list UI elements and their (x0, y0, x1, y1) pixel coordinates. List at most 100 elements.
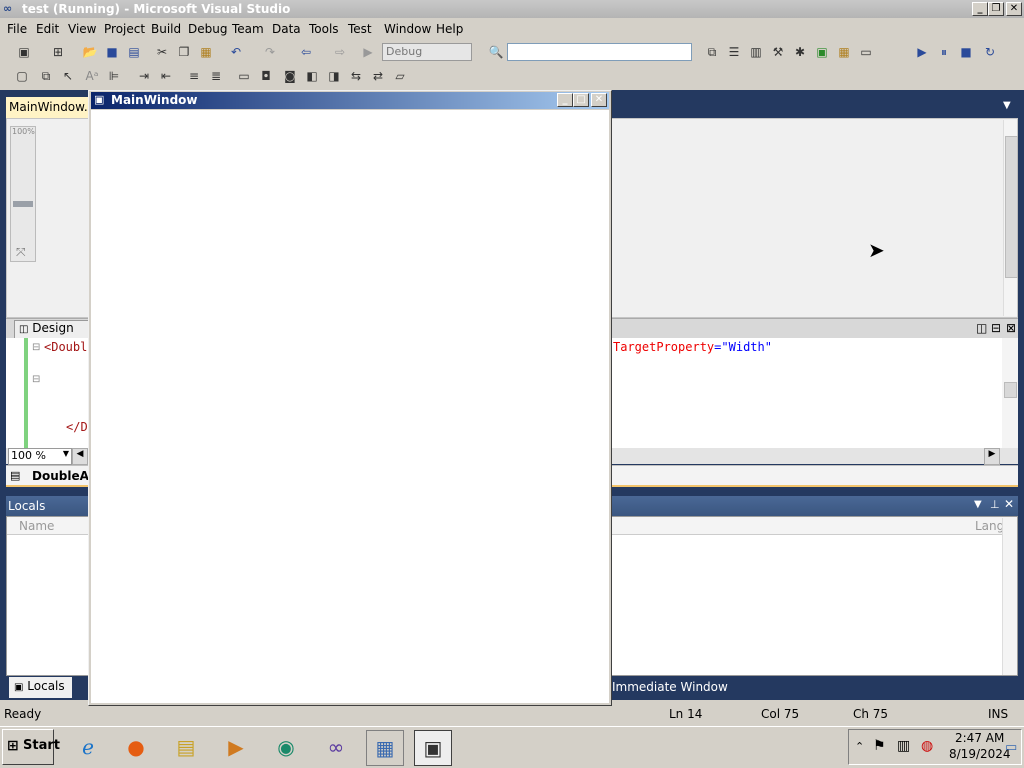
collapse-icon[interactable]: ⊟ (32, 342, 40, 353)
start-debugging-icon[interactable]: ▶ (360, 44, 376, 60)
app-close-button[interactable]: ✕ (591, 93, 607, 107)
tab-design[interactable]: ◫ Design (14, 320, 92, 339)
uncomment-icon[interactable]: ≣ (208, 68, 224, 84)
add-item-icon[interactable]: ⊞ (50, 44, 66, 60)
scroll-right-button[interactable]: ▶ (984, 448, 1000, 465)
vertical-split-icon[interactable]: ◫ (976, 321, 987, 335)
app-minimize-button[interactable]: _ (557, 93, 573, 107)
menu-team[interactable]: Team (232, 22, 264, 36)
start-page-icon[interactable]: ▣ (814, 44, 830, 60)
select-icon[interactable]: ▢ (14, 68, 30, 84)
minimize-button[interactable]: _ (972, 2, 988, 16)
cut-icon[interactable]: ✂ (154, 44, 170, 60)
next-bookmark-folder-icon[interactable]: ◨ (326, 68, 342, 84)
app-maximize-button[interactable]: □ (573, 93, 589, 107)
firefox-icon[interactable]: ● (118, 730, 154, 764)
menu-help[interactable]: Help (436, 22, 463, 36)
running-app-taskbar-icon[interactable]: ▦ (366, 730, 404, 766)
scroll-left-button[interactable]: ◀ (72, 448, 88, 465)
show-desktop-icon[interactable]: ▭ (1005, 740, 1017, 755)
menu-test[interactable]: Test (348, 22, 372, 36)
menu-view[interactable]: View (68, 22, 96, 36)
collapse-pane-icon[interactable]: ⊠ (1006, 321, 1016, 335)
prev-bookmark-doc-icon[interactable]: ⇆ (348, 68, 364, 84)
object-browser-icon[interactable]: ▥ (748, 44, 764, 60)
menu-tools[interactable]: Tools (309, 22, 339, 36)
bookmark-icon[interactable]: ▭ (236, 68, 252, 84)
start-button[interactable]: ⊞ Start (2, 729, 60, 765)
text-icon[interactable]: Aᵃ (84, 68, 100, 84)
close-pane-icon[interactable]: ✕ (1004, 497, 1014, 511)
tab-locals[interactable]: ▣ Locals (9, 677, 72, 698)
action-center-flag-icon[interactable]: ⚑ (873, 738, 886, 754)
visual-studio-icon[interactable]: ∞ (318, 730, 354, 764)
undo-icon[interactable]: ↶ (228, 44, 244, 60)
running-app-client-area[interactable] (91, 110, 609, 703)
volume-muted-icon[interactable]: ◍ (921, 738, 933, 754)
zoom-thumb[interactable] (13, 201, 33, 207)
find-in-files-icon[interactable]: 🔍 (488, 44, 504, 60)
solution-configuration-dropdown[interactable]: Debug (382, 43, 472, 61)
designer-vertical-scrollbar[interactable] (1003, 120, 1018, 316)
outdent-icon[interactable]: ⇤ (158, 68, 174, 84)
paste-icon[interactable]: ▦ (198, 44, 214, 60)
internet-explorer-icon[interactable]: ℯ (70, 730, 106, 764)
find-combobox[interactable] (507, 43, 692, 61)
clock-date[interactable]: 8/19/2024 (949, 747, 1011, 761)
next-bookmark-icon[interactable]: ◙ (282, 68, 298, 84)
file-explorer-icon[interactable]: ▤ (168, 730, 204, 764)
mainwindow-taskbar-icon[interactable]: ▣ (414, 730, 452, 766)
menu-debug[interactable]: Debug (188, 22, 227, 36)
app-green-icon[interactable]: ◉ (268, 730, 304, 764)
indent-icon[interactable]: ⇥ (136, 68, 152, 84)
fit-to-window-icon[interactable]: ⤧ (16, 245, 26, 260)
open-file-icon[interactable]: 📂 (82, 44, 98, 60)
clock-time[interactable]: 2:47 AM (955, 731, 1004, 745)
active-files-icon[interactable]: ▼ (1003, 100, 1011, 111)
collapse-icon-2[interactable]: ⊟ (32, 374, 40, 385)
restart-icon[interactable]: ↻ (982, 44, 998, 60)
next-bookmark-doc-icon[interactable]: ⇄ (370, 68, 386, 84)
prev-bookmark-folder-icon[interactable]: ◧ (304, 68, 320, 84)
stop-debugging-icon[interactable]: ■ (958, 44, 974, 60)
redo-icon[interactable]: ↷ (262, 44, 278, 60)
menu-data[interactable]: Data (272, 22, 301, 36)
group-icon[interactable]: ⧉ (38, 68, 54, 84)
clear-bookmarks-icon[interactable]: ▱ (392, 68, 408, 84)
column-language[interactable]: Lang (975, 519, 1004, 533)
window-position-icon[interactable]: ▼ (974, 499, 982, 510)
prev-bookmark-icon[interactable]: ◘ (258, 68, 274, 84)
continue-icon[interactable]: ▶ (914, 44, 930, 60)
other-windows-icon[interactable]: ▭ (858, 44, 874, 60)
close-button[interactable]: ✕ (1006, 2, 1022, 16)
class-view-icon[interactable]: ▦ (836, 44, 852, 60)
menu-edit[interactable]: Edit (36, 22, 59, 36)
solution-explorer-icon[interactable]: ⧉ (704, 44, 720, 60)
menu-project[interactable]: Project (104, 22, 145, 36)
break-all-icon[interactable]: ⏸ (936, 44, 952, 60)
locals-vertical-scrollbar[interactable] (1002, 518, 1017, 675)
copy-icon[interactable]: ❐ (176, 44, 192, 60)
navigate-forward-icon[interactable]: ⇨ (332, 44, 348, 60)
save-all-icon[interactable]: ▤ (126, 44, 142, 60)
auto-hide-pin-icon[interactable]: ⊥ (990, 498, 1000, 511)
new-project-icon[interactable]: ▣ (16, 44, 32, 60)
running-app-title-bar[interactable]: ▣ MainWindow _ □ ✕ (91, 92, 609, 109)
horizontal-split-icon[interactable]: ⊟ (991, 321, 1001, 335)
menu-build[interactable]: Build (151, 22, 181, 36)
menu-file[interactable]: File (7, 22, 27, 36)
media-player-icon[interactable]: ▶ (218, 730, 254, 764)
comment-icon[interactable]: ≡ (186, 68, 202, 84)
properties-icon[interactable]: ☰ (726, 44, 742, 60)
xaml-vertical-scrollbar[interactable] (1002, 338, 1018, 448)
navigate-backward-icon[interactable]: ⇦ (298, 44, 314, 60)
zoom-dropdown[interactable]: 100 % ▼ (8, 448, 72, 465)
toolbox-icon[interactable]: ⚒ (770, 44, 786, 60)
menu-window[interactable]: Window (384, 22, 431, 36)
tab-mainwindow-xaml[interactable]: MainWindow.xaml (6, 97, 90, 119)
restore-button[interactable]: ❐ (988, 2, 1004, 16)
column-name[interactable]: Name (19, 519, 54, 533)
tab-immediate-window[interactable]: Immediate Window (612, 680, 728, 694)
save-icon[interactable]: ■ (104, 44, 120, 60)
show-hidden-icons-icon[interactable]: ⌃ (855, 740, 864, 753)
